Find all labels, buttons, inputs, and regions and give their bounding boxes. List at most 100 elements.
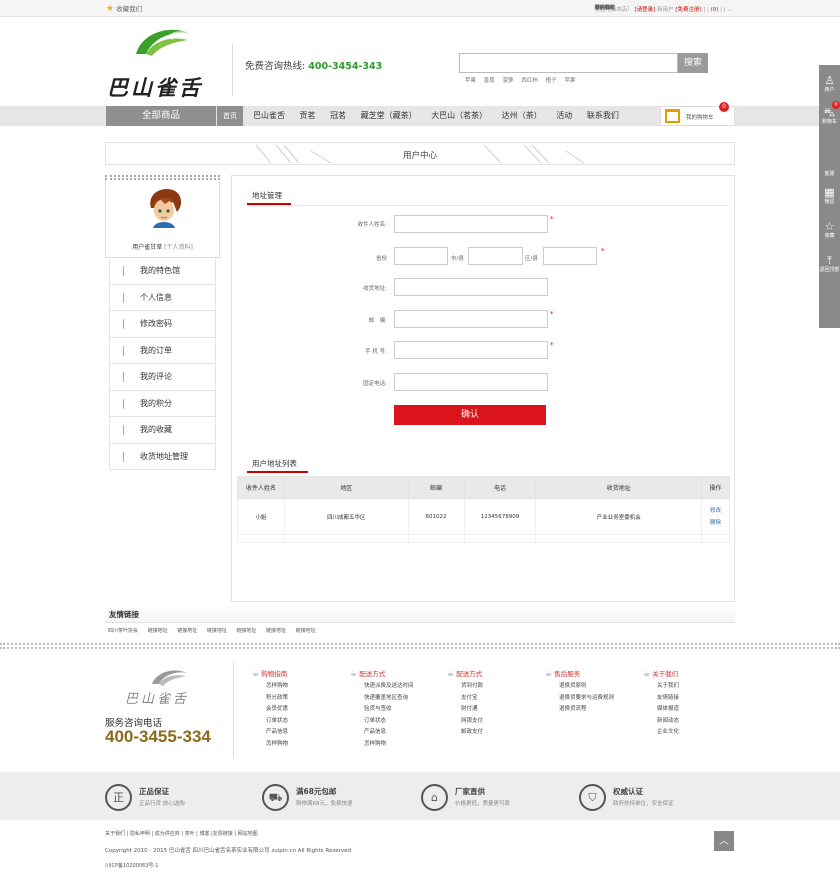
required-mark: * xyxy=(550,341,554,349)
cart-icon xyxy=(665,109,680,123)
footer-link[interactable]: 网银支付 xyxy=(447,716,537,728)
footer-link[interactable]: 快递派费及送达时间 xyxy=(350,681,440,693)
tea-cup-icon: ☕ xyxy=(643,669,651,678)
chevron-up-icon: ︿ xyxy=(719,836,729,847)
confirm-button[interactable]: 确认 xyxy=(394,405,546,425)
nav-item[interactable]: 达州（茶） xyxy=(502,111,542,120)
footer-link[interactable]: 产品信息 xyxy=(252,727,342,739)
nav-item[interactable]: 活动 xyxy=(556,111,572,120)
page-title: 用户中心 xyxy=(402,151,437,161)
hot-keyword[interactable]: 苹果 xyxy=(465,78,476,84)
search-button[interactable]: 搜索 xyxy=(678,53,708,73)
tea-cup-icon: ☕ xyxy=(252,669,260,678)
phone-input[interactable] xyxy=(394,373,548,391)
friend-link[interactable]: 链接地址 xyxy=(148,628,168,634)
tab-address-list[interactable]: 用户地址列表 xyxy=(252,458,297,469)
footer-link[interactable]: 快递覆盖地区查询 xyxy=(350,693,440,705)
login-link[interactable]: [请登录] xyxy=(635,7,656,13)
footer-link[interactable]: 货到付款 xyxy=(447,681,537,693)
tab-address-management[interactable]: 地址管理 xyxy=(252,190,282,201)
address-input[interactable] xyxy=(394,278,548,296)
dock-favorite[interactable]: ☆ 收藏 xyxy=(819,221,840,240)
sidebar-item-change-password[interactable]: 修改密码 xyxy=(109,311,216,338)
phone-label: 固定电话: xyxy=(363,381,387,387)
hot-keyword[interactable]: 橙子 xyxy=(546,78,557,84)
back-to-top-button[interactable]: ︿ xyxy=(714,831,734,851)
footer-link[interactable]: 邮政支付 xyxy=(447,727,537,739)
profile-link[interactable]: [个人资料] xyxy=(164,244,193,251)
dock-service[interactable]: 客服 xyxy=(819,171,840,177)
footer-link[interactable]: 企业文化 xyxy=(643,727,733,739)
register-link[interactable]: [免费注册] xyxy=(675,7,701,13)
footer-link[interactable]: 财付通 xyxy=(447,704,537,716)
nav-home[interactable]: 首页 xyxy=(217,106,243,126)
footer-link[interactable]: 产品信息 xyxy=(350,727,440,739)
footer-link[interactable]: 新闻动态 xyxy=(643,716,733,728)
genuine-icon: 正 xyxy=(105,784,132,811)
footer-link[interactable]: 验货与签收 xyxy=(350,704,440,716)
tea-leaf-logo-icon xyxy=(136,29,190,56)
footer-link[interactable]: 怎样购物 xyxy=(350,739,440,751)
sidebar-item-my-points[interactable]: 我的积分 xyxy=(109,390,216,417)
footer-link[interactable]: 退换货要求与运费规则 xyxy=(545,693,645,705)
service-link[interactable]: 客户服务 xyxy=(594,5,615,11)
sidebar-item-personal-info[interactable]: 个人信息 xyxy=(109,284,216,311)
footer-link[interactable]: 关于我们 xyxy=(643,681,733,693)
avatar[interactable] xyxy=(143,186,185,228)
bottom-links[interactable]: 关于我们 | 隐私申明 | 成为供应商 | 茶叶 | 博客 |友情链接 | 网站… xyxy=(105,830,258,837)
site-logo[interactable]: 巴山雀舌 xyxy=(104,26,229,100)
sidebar-item-my-favorites[interactable]: 我的收藏 xyxy=(109,417,216,444)
sidebar-item-my-orders[interactable]: 我的订单 xyxy=(109,337,216,364)
dock-user[interactable]: ♙ 用户 xyxy=(819,75,840,94)
hot-keyword[interactable]: 香蕉 xyxy=(484,78,495,84)
footer-link[interactable]: 怎样购物 xyxy=(252,739,342,751)
friend-link[interactable]: 四川茶叶协会 xyxy=(108,628,138,634)
hot-keyword[interactable]: 菠萝 xyxy=(503,78,514,84)
dock-back-to-top[interactable]: ⤒ 返回顶部 xyxy=(819,255,840,274)
city-input[interactable] xyxy=(468,247,523,265)
footer-link[interactable]: 订单状态 xyxy=(350,716,440,728)
nav-item[interactable]: 冠茗 xyxy=(330,111,346,120)
footer-link[interactable]: 媒体报道 xyxy=(643,704,733,716)
nav-item[interactable]: 巴山雀舌 xyxy=(253,111,285,120)
mobile-input[interactable] xyxy=(394,341,548,359)
footer-link[interactable]: 订单状态 xyxy=(252,716,342,728)
friend-link[interactable]: 链接地址 xyxy=(177,628,197,634)
postcode-input[interactable] xyxy=(394,310,548,328)
footer-link[interactable]: 积分政策 xyxy=(252,693,342,705)
friend-link[interactable]: 链接地址 xyxy=(296,628,316,634)
province-input[interactable] xyxy=(394,247,448,265)
sidebar-item-address-management[interactable]: 收货地址管理 xyxy=(109,443,216,470)
nav-item[interactable]: 藏芝堂（藏茶） xyxy=(361,111,417,120)
friend-link[interactable]: 链接地址 xyxy=(207,628,227,634)
hot-keyword[interactable]: 苹果 xyxy=(564,78,575,84)
my-cart-button[interactable]: 我的购物车 0 xyxy=(660,102,735,126)
hot-keyword[interactable]: 西红柿 xyxy=(521,78,538,84)
footer-link[interactable]: 退换货原则 xyxy=(545,681,645,693)
footer-link[interactable]: 怎样购物 xyxy=(252,681,342,693)
footer-link[interactable]: 退换货流程 xyxy=(545,704,645,716)
receiver-name-input[interactable] xyxy=(394,215,548,233)
dock-cart[interactable]: ⛍ 购物车 xyxy=(819,107,840,126)
nav-item[interactable]: 贡茗 xyxy=(300,111,316,120)
dock-wechat[interactable]: ▦ 微信 xyxy=(819,187,840,206)
footer-link[interactable]: 支付宝 xyxy=(447,693,537,705)
favorite-link[interactable]: ★ 收藏我们 xyxy=(106,3,142,14)
province-label: 省份 xyxy=(375,256,387,262)
sidebar-item-my-shop[interactable]: 我的特色馆 xyxy=(109,258,216,285)
footer-link[interactable]: 友情链接 xyxy=(643,693,733,705)
footer-link[interactable]: 会员优惠 xyxy=(252,704,342,716)
friend-link[interactable]: 链接地址 xyxy=(236,628,256,634)
right-dock: ♙ 用户 ⛍ 购物车 0 客服 ▦ 微信 ☆ 收藏 ⤒ 返回顶部 xyxy=(819,65,840,328)
nav-item[interactable]: 大巴山（茗茶） xyxy=(431,111,487,120)
required-mark: * xyxy=(550,310,554,318)
friend-link[interactable]: 链接地址 xyxy=(266,628,286,634)
sidebar-item-my-reviews[interactable]: 我的评论 xyxy=(109,364,216,391)
footer-logo: 巴山雀舌 xyxy=(125,668,225,708)
nav-item[interactable]: 联系我们 xyxy=(587,111,619,120)
all-goods-button[interactable]: 全部商品 xyxy=(106,106,216,126)
delete-link[interactable]: 删除 xyxy=(702,517,729,529)
search-input[interactable] xyxy=(459,53,678,73)
edit-link[interactable]: 修改 xyxy=(702,505,729,517)
district-input[interactable] xyxy=(543,247,597,265)
